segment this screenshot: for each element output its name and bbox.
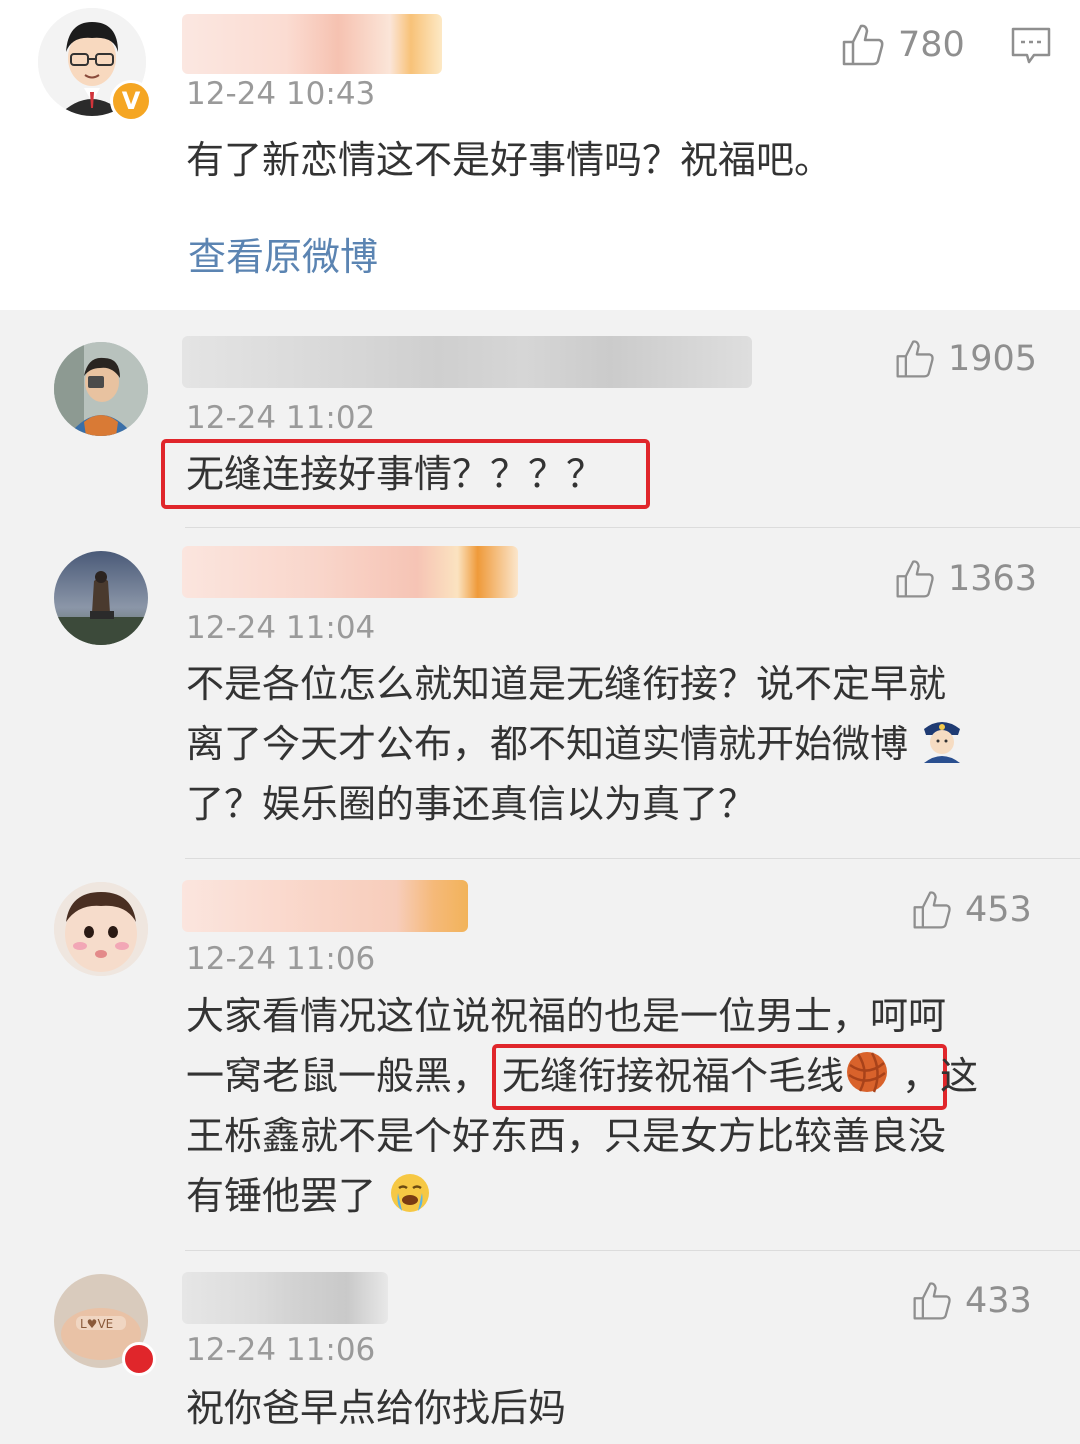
reply-text-line-1: 大家看情况这位说祝福的也是一位男士，呵呵 <box>186 994 947 1038</box>
reply-text-line-3: 了？娱乐圈的事还真信以为真了？ <box>186 782 757 826</box>
like-button[interactable]: 433 <box>911 1280 1032 1322</box>
like-button[interactable]: 1905 <box>894 338 1037 380</box>
reply-text: 祝你爸早点给你找后妈 <box>186 1386 567 1430</box>
timestamp: 12-24 11:02 <box>186 400 376 436</box>
reply-text-line-2: 离了今天才公布，都不知道实情就开始微博 <box>186 714 964 780</box>
photo-avatar-icon <box>54 342 148 436</box>
like-button[interactable]: 780 <box>840 22 965 68</box>
thumbs-up-icon <box>913 891 951 929</box>
thumbs-up-icon <box>842 24 884 66</box>
highlighted-text: 无缝衔接祝福个毛线 <box>502 1054 845 1098</box>
reply-text: 一窝老鼠一般黑， <box>186 1054 491 1098</box>
thumbs-up-icon <box>896 340 934 378</box>
verified-badge: V <box>110 80 152 122</box>
view-original-link[interactable]: 查看原微博 <box>188 226 378 281</box>
like-count: 1905 <box>948 339 1038 379</box>
reply-text-line-1: 不是各位怎么就知道是无缝衔接？说不定早就 <box>186 662 947 706</box>
thumbs-up-icon <box>913 1282 951 1320</box>
timestamp: 12-24 11:04 <box>186 610 376 646</box>
like-count: 453 <box>965 890 1032 930</box>
police-officer-icon <box>920 715 964 780</box>
username-blurred[interactable] <box>182 880 468 932</box>
like-button[interactable]: 453 <box>911 889 1032 931</box>
reply-text: 无缝连接好事情？？？？ <box>186 452 605 496</box>
thumbs-up-icon <box>896 560 934 598</box>
photo-avatar-icon <box>54 551 148 645</box>
reply-text-line-4: 有锤他罢了 <box>186 1166 432 1232</box>
vip-badge <box>122 1342 156 1376</box>
username-blurred[interactable] <box>182 1272 388 1324</box>
crying-face-icon <box>388 1171 432 1232</box>
reply-text-line-2: 一窝老鼠一般黑， 无缝衔接祝福个毛线 ，这 <box>186 1046 978 1112</box>
avatar[interactable] <box>54 551 148 645</box>
divider <box>185 1250 1080 1251</box>
username-blurred[interactable] <box>182 14 442 74</box>
main-comment: V 12-24 10:43 780 有了新恋情这不是好事情吗？祝福吧。 查看原微… <box>0 0 1080 310</box>
reply-text: 离了今天才公布，都不知道实情就开始微博 <box>186 722 909 766</box>
yarn-ball-icon <box>844 1049 890 1112</box>
timestamp: 12-24 10:43 <box>186 76 376 112</box>
timestamp: 12-24 11:06 <box>186 941 376 977</box>
avatar[interactable] <box>54 882 148 976</box>
avatar[interactable] <box>54 342 148 436</box>
username-blurred[interactable] <box>182 336 752 388</box>
like-count: 433 <box>965 1281 1032 1321</box>
divider <box>185 527 1080 528</box>
reply-text: 有锤他罢了 <box>186 1174 377 1218</box>
like-count: 1363 <box>948 559 1038 599</box>
comment-icon <box>1011 27 1051 64</box>
comment-text: 有了新恋情这不是好事情吗？祝福吧。 <box>186 138 833 182</box>
svg-text:L♥VE: L♥VE <box>80 1317 113 1331</box>
username-blurred[interactable] <box>182 546 518 598</box>
reply-text-line-3: 王栎鑫就不是个好东西，只是女方比较善良没 <box>186 1114 947 1158</box>
like-count: 780 <box>898 25 965 65</box>
reply-text: ，这 <box>902 1054 979 1098</box>
divider <box>185 858 1080 859</box>
comment-button[interactable] <box>1010 26 1052 70</box>
reply-list: 12-24 11:02 1905 无缝连接好事情？？？？ 12-24 11:04… <box>0 310 1080 1444</box>
timestamp: 12-24 11:06 <box>186 1332 376 1368</box>
baby-face-avatar-icon <box>54 882 148 976</box>
like-button[interactable]: 1363 <box>894 558 1037 600</box>
